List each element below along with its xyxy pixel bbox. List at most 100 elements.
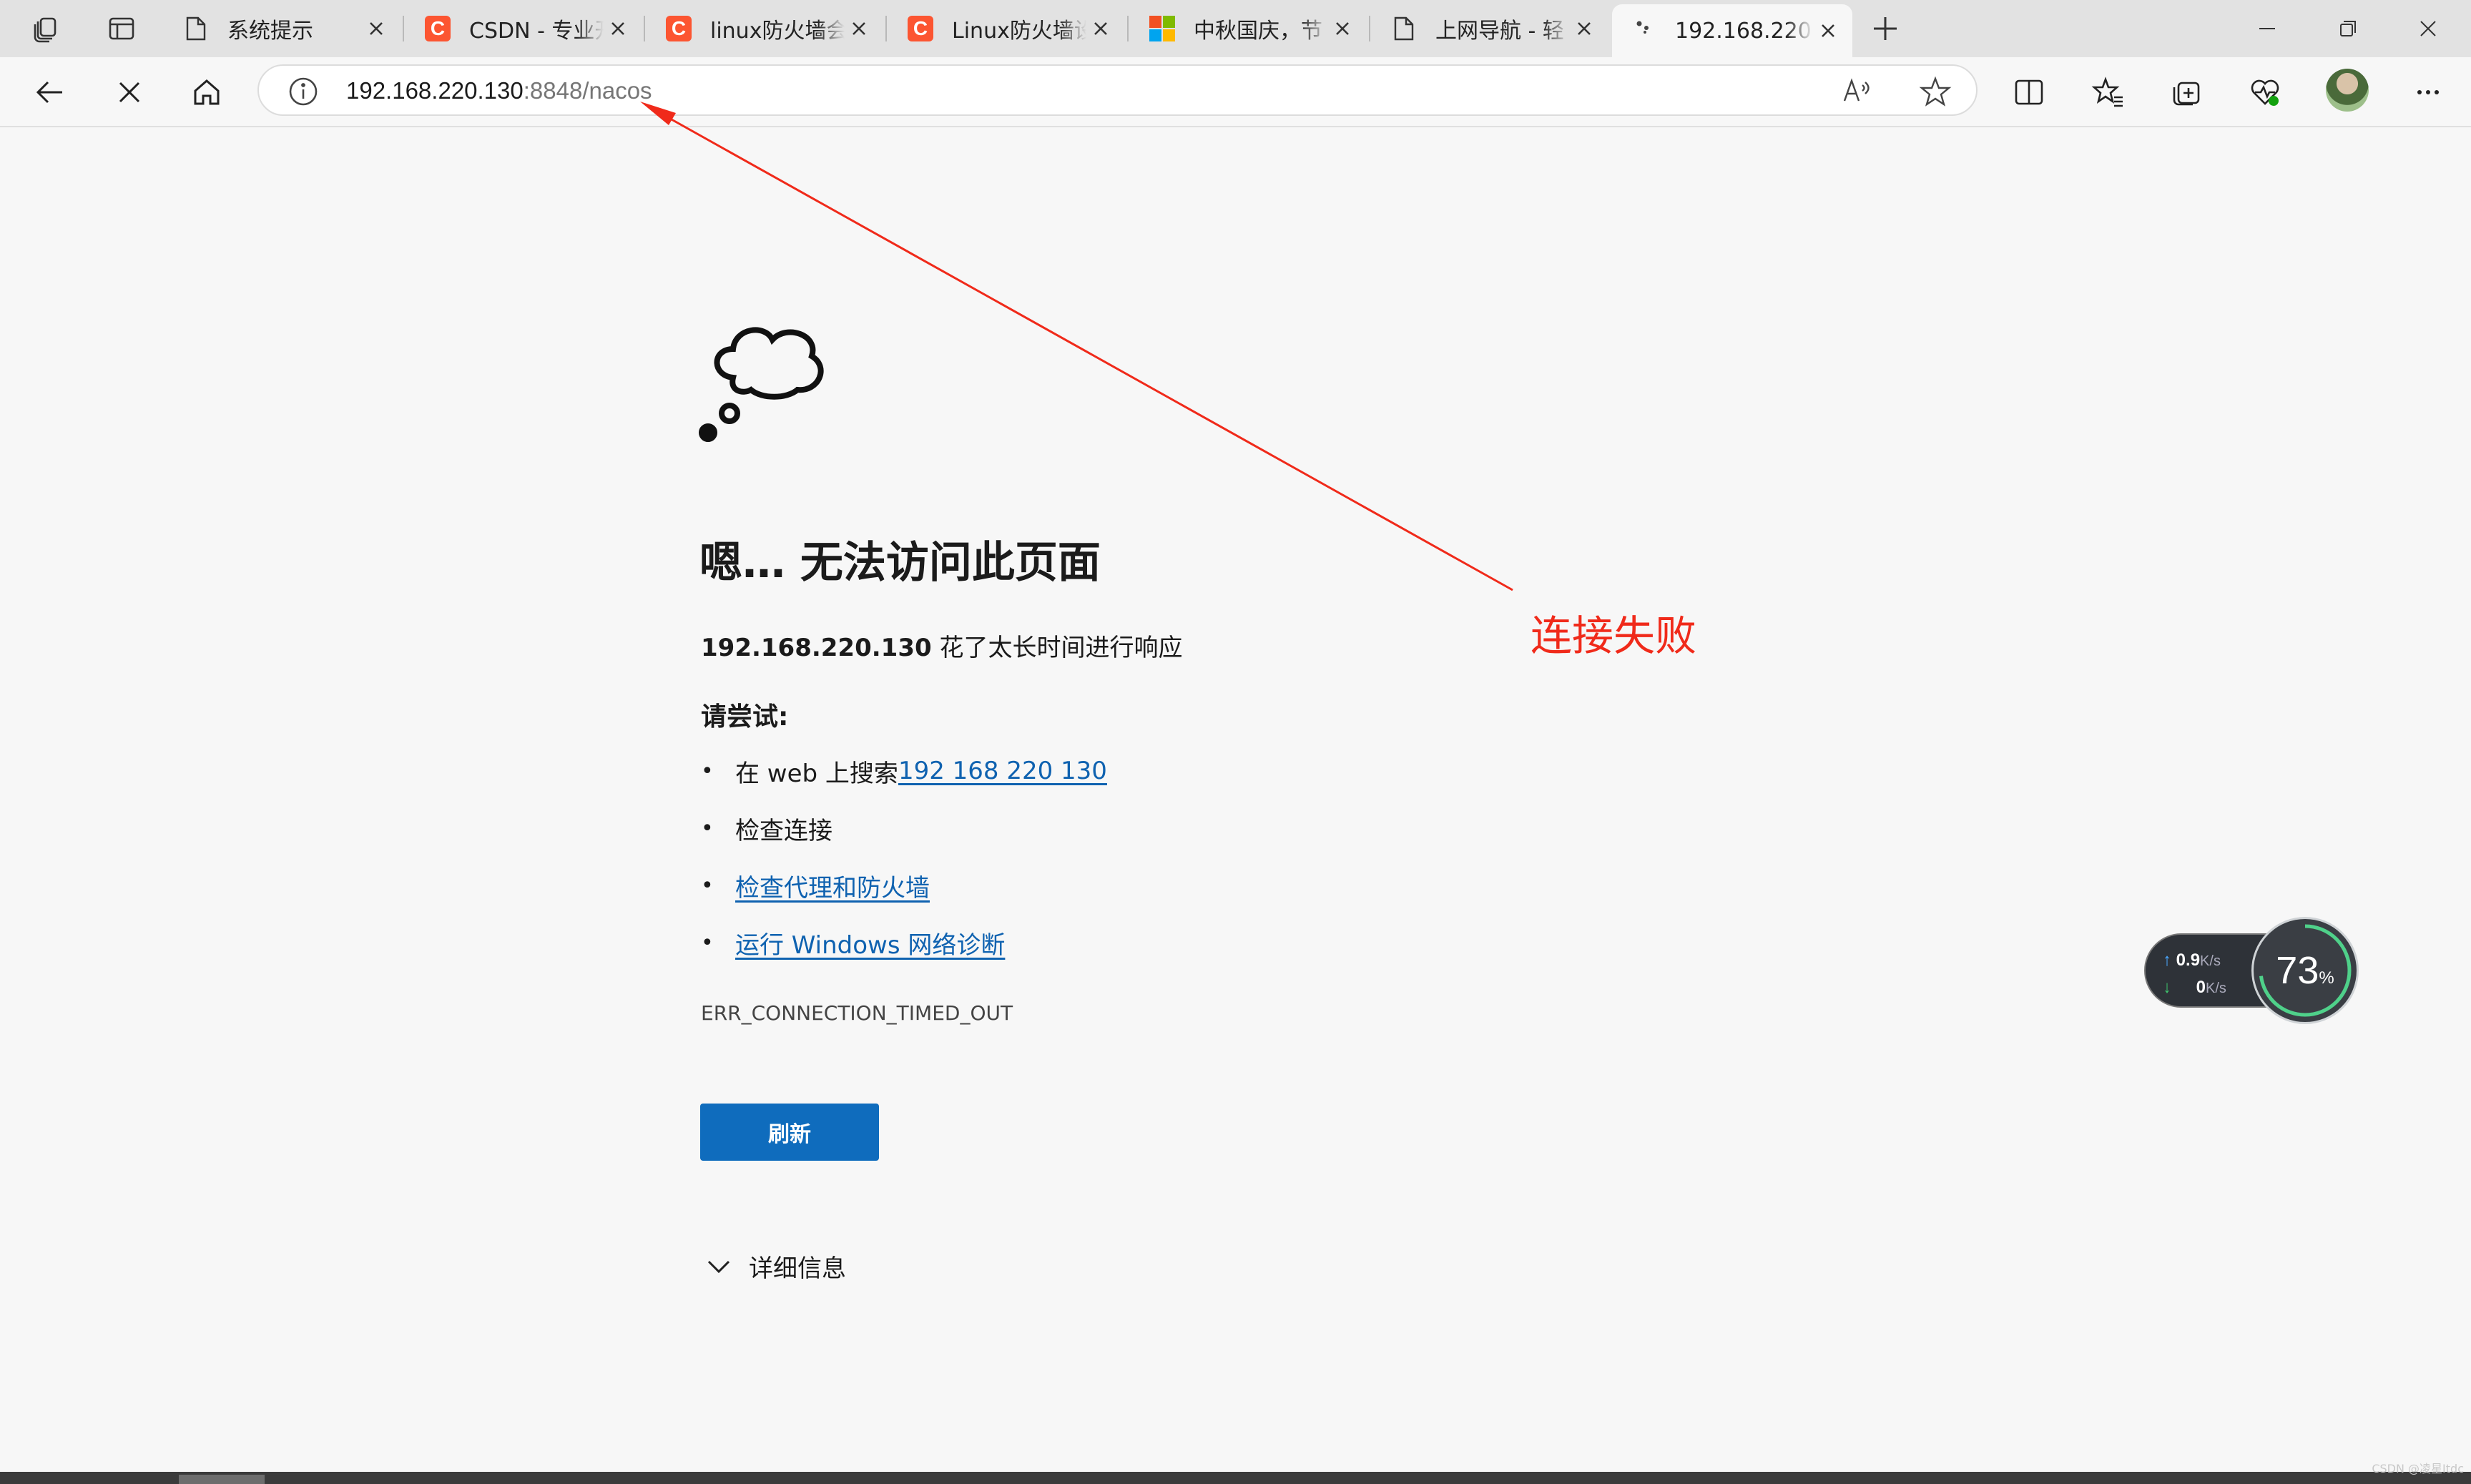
tab-close-icon[interactable] xyxy=(604,14,632,43)
download-value: 0 xyxy=(2196,978,2206,997)
tab-close-icon[interactable] xyxy=(845,14,873,43)
error-desc-text: 花了太长时间进行响应 xyxy=(931,634,1183,662)
tab-web-nav[interactable]: 上网导航 - 轻 xyxy=(1372,6,1608,51)
tab-title: linux防火墙会 xyxy=(710,19,845,44)
tab-separator xyxy=(1127,16,1129,41)
read-aloud-button[interactable] xyxy=(1839,74,1874,109)
network-speed-widget[interactable]: ↑ 0.9K/s ↓ 0K/s 73% xyxy=(2144,917,2359,1024)
favorite-star-button[interactable] xyxy=(1918,74,1952,109)
split-screen-button[interactable] xyxy=(2004,67,2054,117)
back-arrow-icon xyxy=(36,81,62,104)
search-web-link[interactable]: 192 168 220 130 xyxy=(898,757,1107,785)
try-label: 请尝试: xyxy=(701,702,789,732)
suggestion-list: • 在 web 上搜索 192 168 220 130 • 检查连接 • 检查代… xyxy=(701,742,1107,971)
page-content: 嗯… 无法访问此页面 192.168.220.130 花了太长时间进行响应 请尝… xyxy=(0,127,2471,1472)
profile-avatar[interactable] xyxy=(2326,69,2369,112)
stop-loading-button[interactable] xyxy=(104,67,154,117)
page-icon xyxy=(183,16,209,41)
network-diagnostics-link[interactable]: 运行 Windows 网络诊断 xyxy=(735,925,1005,960)
collections-button[interactable] xyxy=(2161,67,2211,117)
tab-close-icon[interactable] xyxy=(1814,16,1842,45)
close-icon xyxy=(2420,21,2436,36)
tab-close-icon[interactable] xyxy=(362,14,390,43)
tab-close-icon[interactable] xyxy=(1086,14,1115,43)
browser-toolbar: 192.168.220.130:8848/nacos xyxy=(0,57,2471,127)
browser-essentials-button[interactable] xyxy=(2240,67,2290,117)
heart-pulse-icon xyxy=(2251,79,2279,106)
gauge-value: 73% xyxy=(2276,949,2334,992)
minimize-button[interactable] xyxy=(2228,0,2307,57)
home-button[interactable] xyxy=(182,67,232,117)
tab-mid-autumn[interactable]: 中秋国庆，节 xyxy=(1131,6,1367,51)
bullet: • xyxy=(701,873,714,898)
split-screen-icon xyxy=(2015,79,2043,105)
favorites-button[interactable] xyxy=(2083,67,2133,117)
minimize-icon xyxy=(2259,28,2275,29)
tab-title: 192.168.220.1 xyxy=(1675,18,1814,44)
error-host: 192.168.220.130 xyxy=(701,634,932,662)
tab-actions-icon xyxy=(109,17,134,40)
tab-title: 中秋国庆，节 xyxy=(1194,19,1322,44)
more-dots-icon xyxy=(2417,90,2439,94)
scrollbar-thumb[interactable] xyxy=(179,1475,265,1484)
settings-more-button[interactable] xyxy=(2403,67,2453,117)
tab-close-icon[interactable] xyxy=(1328,14,1357,43)
upload-arrow-icon: ↑ xyxy=(2163,950,2171,970)
bullet: • xyxy=(701,758,714,784)
annotation-label: 连接失败 xyxy=(1531,611,1697,660)
workspaces-icon xyxy=(34,17,57,43)
error-code: ERR_CONNECTION_TIMED_OUT xyxy=(701,1001,1013,1025)
list-item: • 检查代理和防火墙 xyxy=(701,857,1107,914)
plus-icon xyxy=(1874,17,1897,40)
url-path: :8848/nacos xyxy=(523,77,652,104)
tab-linux-firewall-2[interactable]: C Linux防火墙设 xyxy=(889,6,1125,51)
search-suggestion-text: 在 web 上搜索 xyxy=(735,759,898,788)
tab-title: Linux防火墙设 xyxy=(952,19,1086,44)
workspaces-button[interactable] xyxy=(20,7,72,50)
thought-cloud-icon xyxy=(699,327,824,442)
restore-button[interactable] xyxy=(2309,0,2387,57)
page-icon xyxy=(1391,16,1417,41)
tab-system-prompt[interactable]: 系统提示 xyxy=(164,6,401,51)
error-description: 192.168.220.130 花了太长时间进行响应 xyxy=(701,628,1182,663)
watermark: CSDN @凌星Itdc xyxy=(2372,1462,2464,1475)
download-arrow-icon: ↓ xyxy=(2163,978,2171,997)
refresh-button[interactable]: 刷新 xyxy=(700,1104,879,1161)
window-close-button[interactable] xyxy=(2389,0,2467,57)
vertical-tabs-button[interactable] xyxy=(96,7,147,50)
csdn-icon: C xyxy=(425,16,451,41)
new-tab-button[interactable] xyxy=(1860,7,1911,50)
home-icon xyxy=(194,79,220,105)
tab-nacos-active[interactable]: 192.168.220.1 xyxy=(1612,4,1852,57)
tab-title: 系统提示 xyxy=(227,19,313,44)
tab-separator xyxy=(644,16,645,41)
bullet: • xyxy=(701,815,714,841)
restore-icon xyxy=(2340,21,2356,36)
details-label: 详细信息 xyxy=(749,1254,846,1283)
chevron-down-icon xyxy=(707,1260,730,1273)
list-item: • 在 web 上搜索 192 168 220 130 xyxy=(701,742,1107,800)
check-proxy-firewall-link[interactable]: 检查代理和防火墙 xyxy=(735,868,930,903)
favorites-icon xyxy=(2091,77,2123,107)
star-icon xyxy=(1919,76,1952,107)
bullet: • xyxy=(701,930,714,955)
upload-value: 0.9 xyxy=(2176,950,2201,970)
upload-unit: K/s xyxy=(2200,953,2221,969)
info-icon[interactable] xyxy=(288,76,319,107)
back-button[interactable] xyxy=(24,67,74,117)
memory-gauge[interactable]: 73% xyxy=(2251,917,2359,1024)
error-title: 嗯… 无法访问此页面 xyxy=(699,538,1101,588)
details-toggle[interactable]: 详细信息 xyxy=(704,1249,846,1284)
tab-separator xyxy=(1369,16,1370,41)
tab-title: 上网导航 - 轻 xyxy=(1435,19,1564,44)
tab-close-icon[interactable] xyxy=(1570,14,1598,43)
collections-icon xyxy=(2173,82,2200,106)
csdn-icon: C xyxy=(908,16,933,41)
address-bar[interactable]: 192.168.220.130:8848/nacos xyxy=(257,64,1978,116)
list-item: • 运行 Windows 网络诊断 xyxy=(701,914,1107,971)
address-url[interactable]: 192.168.220.130:8848/nacos xyxy=(346,74,652,107)
tab-csdn[interactable]: C CSDN - 专业开发者社区 xyxy=(406,6,642,51)
tab-linux-firewall-1[interactable]: C linux防火墙会 xyxy=(647,6,883,51)
download-speed: ↓ 0K/s xyxy=(2163,978,2226,998)
download-unit: K/s xyxy=(2206,981,2226,996)
